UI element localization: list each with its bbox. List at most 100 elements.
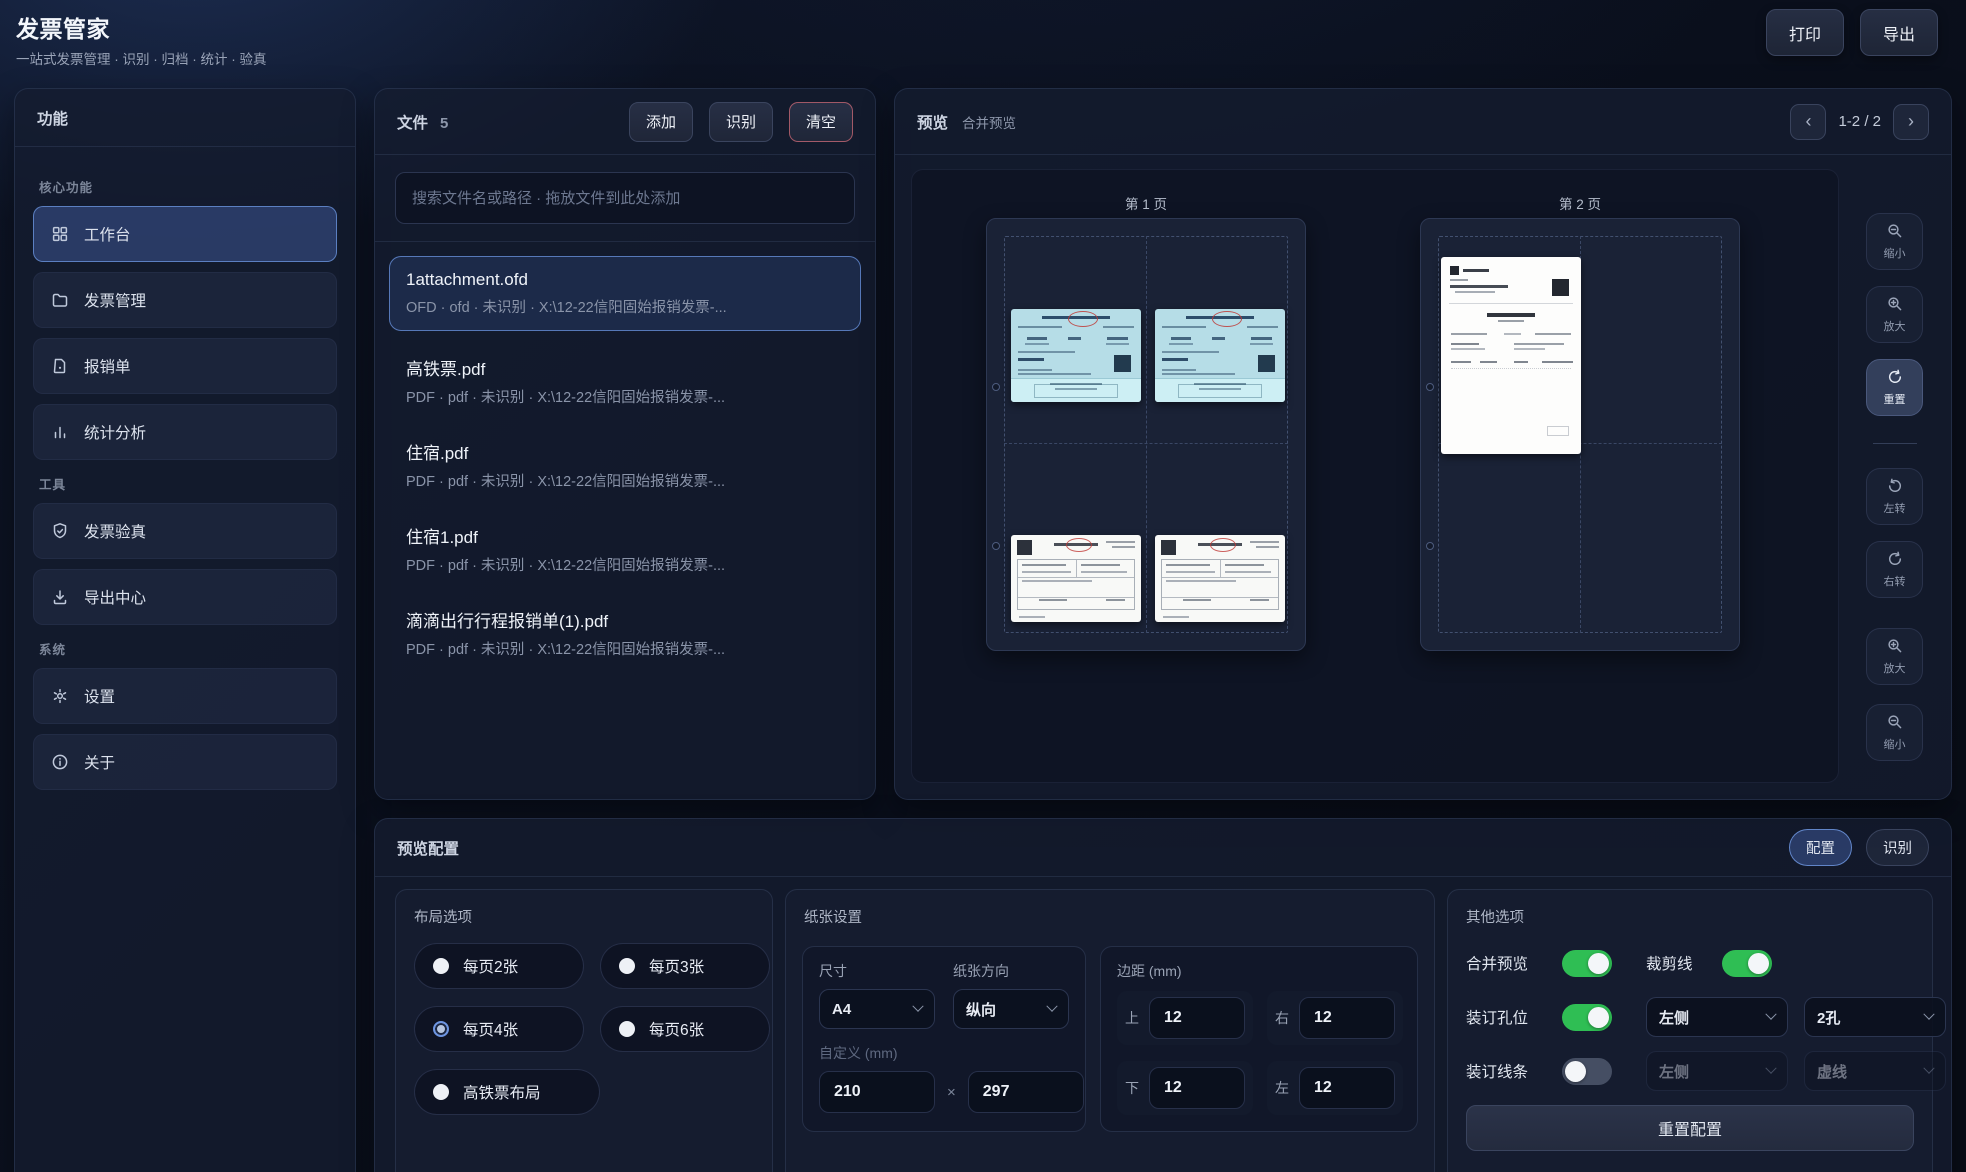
page-range: 1-2 / 2 — [1838, 113, 1881, 130]
binding-hole — [1426, 542, 1434, 550]
zoom-in-button[interactable]: 放大 — [1866, 628, 1923, 685]
margin-left-field: 左 — [1267, 1061, 1403, 1115]
chevron-down-icon — [912, 1001, 923, 1012]
zoom-out-button[interactable]: 缩小 — [1866, 213, 1923, 270]
files-panel: 文件 5 添加 识别 清空 1attachment.ofd OFD · ofd … — [374, 88, 876, 800]
layout-option-6-per-page[interactable]: 每页6张 — [600, 1006, 770, 1052]
margin-bottom-label: 下 — [1125, 1078, 1139, 1098]
orientation-select[interactable]: 纵向 — [953, 989, 1069, 1029]
file-list-item[interactable]: 高铁票.pdf PDF · pdf · 未识别 · X:\12-22信阳固始报销… — [389, 341, 861, 421]
binding-holes-toggle[interactable] — [1562, 1004, 1612, 1031]
file-meta: PDF · pdf · 未识别 · X:\12-22信阳固始报销发票-... — [406, 638, 844, 659]
file-search-input[interactable] — [395, 172, 855, 224]
sidebar-item-statistics[interactable]: 统计分析 — [33, 404, 337, 460]
preview-header: 预览 合并预览 ‹ 1-2 / 2 › — [895, 89, 1951, 155]
sidebar-item-label: 工作台 — [84, 223, 131, 245]
files-title: 文件 — [397, 111, 428, 133]
file-list-item[interactable]: 1attachment.ofd OFD · ofd · 未识别 · X:\12-… — [389, 256, 861, 331]
chevron-left-icon: ‹ — [1805, 111, 1811, 132]
print-button[interactable]: 打印 — [1766, 9, 1844, 56]
radio-icon — [619, 1021, 635, 1037]
margins-card: 边距 (mm) 上 右 下 左 — [1100, 946, 1418, 1132]
toggle-knob — [1565, 1061, 1586, 1082]
margin-right-input[interactable] — [1299, 997, 1395, 1039]
next-page-button[interactable]: › — [1893, 104, 1929, 140]
sidebar-item-expense-report[interactable]: 报销单 — [33, 338, 337, 394]
margin-bottom-field: 下 — [1117, 1061, 1253, 1115]
sidebar-item-about[interactable]: 关于 — [33, 734, 337, 790]
sidebar: 功能 核心功能 工作台 发票管理 报销单 — [14, 88, 356, 1172]
sidebar-title: 功能 — [37, 107, 68, 129]
layout-option-3-per-page[interactable]: 每页3张 — [600, 943, 770, 989]
preview-page-1 — [986, 218, 1306, 651]
rotate-right-icon — [1887, 551, 1903, 570]
qr-code — [1114, 355, 1131, 372]
reset-config-button[interactable]: 重置配置 — [1466, 1105, 1914, 1151]
file-list-item[interactable]: 住宿1.pdf PDF · pdf · 未识别 · X:\12-22信阳固始报销… — [389, 509, 861, 589]
file-list-item[interactable]: 滴滴出行行程报销单(1).pdf PDF · pdf · 未识别 · X:\12… — [389, 593, 861, 673]
sidebar-header: 功能 — [15, 89, 355, 147]
invoice-thumbnail-train-ticket — [1155, 309, 1285, 402]
qr-code — [1552, 279, 1569, 296]
zoom-in-icon — [1887, 638, 1903, 657]
custom-size-label: 自定义 (mm) — [819, 1043, 1069, 1063]
merge-preview-toggle[interactable] — [1562, 950, 1612, 977]
margin-bottom-input[interactable] — [1149, 1067, 1245, 1109]
app-title: 发票管家 — [16, 10, 267, 44]
margin-top-input[interactable] — [1149, 997, 1245, 1039]
sidebar-body: 核心功能 工作台 发票管理 报销单 — [15, 147, 355, 816]
toggle-knob — [1748, 953, 1769, 974]
binding-line-toggle[interactable] — [1562, 1058, 1612, 1085]
config-tab-button[interactable]: 配置 — [1789, 829, 1852, 866]
recognize-tab-button[interactable]: 识别 — [1866, 829, 1929, 866]
rotate-left-icon — [1887, 478, 1903, 497]
toggle-knob — [1588, 1007, 1609, 1028]
preview-config-panel: 预览配置 配置 识别 布局选项 每页2张 每页3张 每页4张 — [374, 818, 1952, 1172]
toolbar-button-label: 左转 — [1884, 500, 1906, 516]
chevron-down-icon — [1765, 1009, 1776, 1020]
brand: 发票管家 一站式发票管理 · 识别 · 归档 · 统计 · 验真 — [16, 10, 267, 68]
binding-holes-label: 装订孔位 — [1466, 1006, 1562, 1028]
zoom-out-button[interactable]: 缩小 — [1866, 704, 1923, 761]
add-files-button[interactable]: 添加 — [629, 102, 693, 142]
layout-option-train-ticket[interactable]: 高铁票布局 — [414, 1069, 600, 1115]
export-button[interactable]: 导出 — [1860, 9, 1938, 56]
layout-option-2-per-page[interactable]: 每页2张 — [414, 943, 584, 989]
binding-holes-side-select[interactable]: 左侧 — [1646, 997, 1788, 1037]
sidebar-item-settings[interactable]: 设置 — [33, 668, 337, 724]
zoom-in-button[interactable]: 放大 — [1866, 286, 1923, 343]
sidebar-item-invoice-verify[interactable]: 发票验真 — [33, 503, 337, 559]
rotate-right-button[interactable]: 右转 — [1866, 541, 1923, 598]
clear-files-button[interactable]: 清空 — [789, 102, 853, 142]
binding-line-side-select[interactable]: 左侧 — [1646, 1051, 1788, 1091]
margin-right-field: 右 — [1267, 991, 1403, 1045]
sidebar-item-export-center[interactable]: 导出中心 — [33, 569, 337, 625]
zoom-in-icon — [1887, 296, 1903, 315]
recognize-files-button[interactable]: 识别 — [709, 102, 773, 142]
chevron-down-icon — [1923, 1063, 1934, 1074]
rotate-left-button[interactable]: 左转 — [1866, 468, 1923, 525]
sidebar-item-workbench[interactable]: 工作台 — [33, 206, 337, 262]
binding-line-style-select[interactable]: 虚线 — [1804, 1051, 1946, 1091]
file-list-item[interactable]: 住宿.pdf PDF · pdf · 未识别 · X:\12-22信阳固始报销发… — [389, 425, 861, 505]
custom-width-input[interactable] — [819, 1071, 935, 1113]
sidebar-item-invoice-management[interactable]: 发票管理 — [33, 272, 337, 328]
paper-size-select[interactable]: A4 — [819, 989, 935, 1029]
sidebar-item-label: 统计分析 — [84, 421, 146, 443]
sidebar-item-label: 关于 — [84, 751, 115, 773]
margin-right-label: 右 — [1275, 1008, 1289, 1028]
logo — [1450, 266, 1459, 275]
bar-chart-icon — [50, 422, 70, 442]
crop-lines-toggle[interactable] — [1722, 950, 1772, 977]
file-meta: PDF · pdf · 未识别 · X:\12-22信阳固始报销发票-... — [406, 470, 844, 491]
reset-view-button[interactable]: 重置 — [1866, 359, 1923, 416]
layout-option-4-per-page[interactable]: 每页4张 — [414, 1006, 584, 1052]
custom-height-input[interactable] — [968, 1071, 1084, 1113]
binding-holes-count-select[interactable]: 2孔 — [1804, 997, 1946, 1037]
info-icon — [50, 752, 70, 772]
prev-page-button[interactable]: ‹ — [1790, 104, 1826, 140]
margin-left-label: 左 — [1275, 1078, 1289, 1098]
invoice-thumbnail-itinerary — [1441, 257, 1581, 454]
binding-hole — [992, 542, 1000, 550]
margin-left-input[interactable] — [1299, 1067, 1395, 1109]
